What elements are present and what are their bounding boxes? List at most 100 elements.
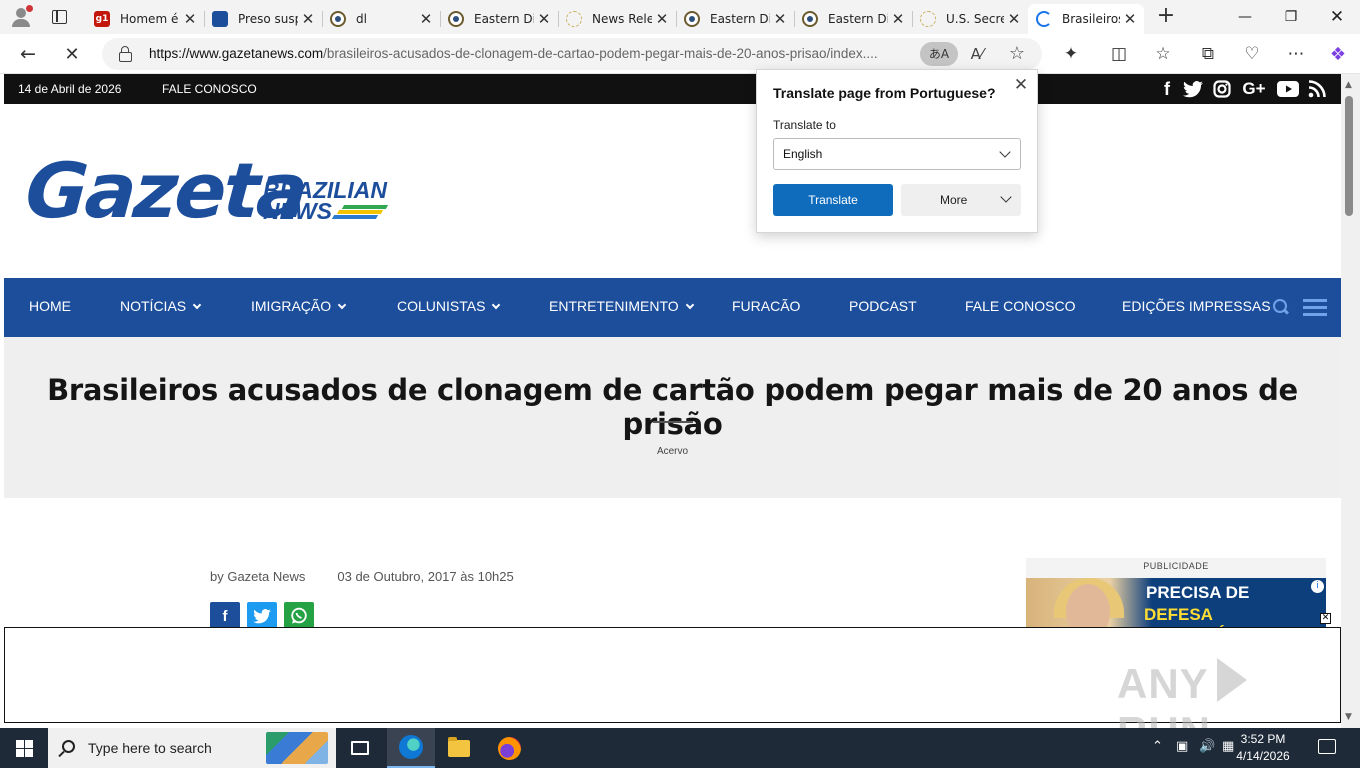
- article-meta: by Gazeta News 03 de Outubro, 2017 às 10h…: [210, 569, 514, 584]
- tab-2[interactable]: Preso susp ✕: [204, 4, 323, 34]
- seal-icon: [330, 11, 346, 27]
- rss-icon[interactable]: [1307, 79, 1327, 99]
- close-tab-icon[interactable]: ✕: [180, 10, 200, 28]
- top-contact-link[interactable]: FALE CONOSCO: [162, 82, 257, 96]
- tab-3[interactable]: dl ✕: [322, 4, 441, 34]
- url-text[interactable]: https://www.gazetanews.com/brasileiros-a…: [149, 46, 915, 61]
- more-menu-icon[interactable]: ⋯: [1284, 42, 1308, 66]
- nav-item-noticias[interactable]: NOTÍCIAS: [120, 298, 202, 314]
- tray-network-device-icon[interactable]: ▣: [1176, 739, 1188, 754]
- scroll-down-icon[interactable]: ▼: [1345, 712, 1352, 722]
- nav-item-furacao[interactable]: FURACÃO: [732, 298, 800, 314]
- close-tab-icon[interactable]: ✕: [298, 10, 318, 28]
- task-view-icon[interactable]: [336, 728, 384, 768]
- stop-loading-icon[interactable]: ✕: [60, 42, 84, 66]
- close-window-icon[interactable]: ✕: [1314, 0, 1360, 34]
- anyrun-watermark: ANYRUN: [1117, 658, 1340, 728]
- nav-item-podcast[interactable]: PODCAST: [849, 298, 917, 314]
- favorites-icon[interactable]: ☆: [1151, 42, 1175, 66]
- language-select[interactable]: English: [773, 138, 1021, 170]
- tab-1[interactable]: g1 Homem é ✕: [86, 4, 205, 34]
- instagram-icon[interactable]: [1212, 79, 1232, 99]
- tab-6[interactable]: Eastern Di ✕: [676, 4, 795, 34]
- ad-headline-line2: DEFESA IMIGRATÓRIA?: [1144, 605, 1267, 628]
- browser-essentials-icon[interactable]: ♡: [1240, 42, 1264, 66]
- split-screen-icon[interactable]: ◫: [1107, 42, 1131, 66]
- tray-chevron-up-icon[interactable]: ⌃: [1152, 739, 1163, 754]
- nav-item-fale-conosco[interactable]: FALE CONOSCO: [965, 298, 1075, 314]
- translate-button[interactable]: Translate: [773, 184, 893, 216]
- lock-icon[interactable]: [118, 46, 132, 62]
- search-icon[interactable]: [1272, 298, 1290, 316]
- address-bar[interactable]: https://www.gazetanews.com/brasileiros-a…: [102, 38, 1042, 70]
- profile-avatar-icon[interactable]: [8, 5, 34, 29]
- share-twitter-icon[interactable]: [247, 602, 277, 630]
- nav-item-colunistas[interactable]: COLUNISTAS: [397, 298, 501, 314]
- youtube-icon[interactable]: [1276, 79, 1300, 99]
- collections-icon[interactable]: ⧉: [1196, 42, 1220, 66]
- translate-popup-title: Translate page from Portuguese?: [773, 85, 996, 101]
- close-tab-icon[interactable]: ✕: [534, 10, 554, 28]
- logo-stripe-yellow: [336, 210, 384, 214]
- nav-item-home[interactable]: HOME: [29, 298, 71, 314]
- article-header: Brasileiros acusados de clonagem de cart…: [4, 337, 1341, 498]
- translate-page-icon[interactable]: あA: [920, 42, 958, 66]
- ad-info-icon[interactable]: i: [1311, 580, 1324, 593]
- chevron-down-icon: [492, 300, 501, 310]
- close-tab-icon[interactable]: ✕: [1004, 10, 1024, 28]
- favorite-star-icon[interactable]: ☆: [1006, 43, 1028, 65]
- nav-item-entretenimento[interactable]: ENTRETENIMENTO: [549, 298, 694, 314]
- close-tab-icon[interactable]: ✕: [652, 10, 672, 28]
- tab-4[interactable]: Eastern Di ✕: [440, 4, 559, 34]
- ad-close-icon[interactable]: ✕: [1320, 613, 1331, 624]
- extensions-icon[interactable]: ✦: [1059, 42, 1083, 66]
- close-tab-icon[interactable]: ✕: [1120, 10, 1140, 28]
- restore-icon[interactable]: ❐: [1268, 0, 1314, 34]
- tab-title: Preso susp: [238, 12, 298, 26]
- edge-taskbar-icon[interactable]: [387, 728, 435, 768]
- close-icon[interactable]: ✕: [1013, 76, 1029, 93]
- new-tab-icon[interactable]: +: [1154, 5, 1178, 28]
- close-tab-icon[interactable]: ✕: [770, 10, 790, 28]
- site-logo[interactable]: Gazeta BRAZILIAN NEWS: [23, 146, 396, 235]
- scrollbar-thumb[interactable]: [1345, 96, 1353, 216]
- ad-banner[interactable]: PRECISA DE DEFESA IMIGRATÓRIA? i: [1026, 578, 1326, 628]
- firefox-icon[interactable]: [485, 728, 533, 768]
- article-date: 03 de Outubro, 2017 às 10h25: [337, 569, 514, 584]
- bottom-ad-frame: ANYRUN: [4, 627, 1341, 728]
- nav-item-edicoes-impressas[interactable]: EDIÇÕES IMPRESSAS: [1122, 298, 1271, 314]
- tab-title: dl: [356, 12, 367, 26]
- notification-icon[interactable]: [1318, 739, 1336, 754]
- tab-5[interactable]: News Rele ✕: [558, 4, 677, 34]
- tab-actions-icon[interactable]: [50, 8, 68, 26]
- close-tab-icon[interactable]: ✕: [416, 10, 436, 28]
- back-icon[interactable]: ←: [16, 42, 40, 66]
- taskbar-clock[interactable]: 3:52 PM 4/14/2026: [1226, 731, 1300, 765]
- nav-item-imigracao[interactable]: IMIGRAÇÃO: [251, 298, 347, 314]
- copilot-icon[interactable]: ❖: [1326, 42, 1350, 66]
- tab-8[interactable]: U.S. Secret ✕: [912, 4, 1028, 34]
- facebook-icon[interactable]: f: [1160, 79, 1174, 99]
- google-plus-icon[interactable]: G+: [1240, 79, 1268, 99]
- minimize-icon[interactable]: —: [1222, 0, 1268, 34]
- page-scrollbar[interactable]: ▲ ▼: [1341, 74, 1360, 728]
- volume-icon[interactable]: 🔊: [1199, 739, 1215, 754]
- main-navigation: HOME NOTÍCIAS IMIGRAÇÃO COLUNISTAS ENTRE…: [4, 275, 1341, 337]
- article-category[interactable]: Acervo: [4, 446, 1341, 457]
- more-button[interactable]: More: [901, 184, 1021, 216]
- scroll-up-icon[interactable]: ▲: [1345, 80, 1352, 90]
- file-explorer-icon[interactable]: [435, 728, 483, 768]
- article-author[interactable]: by Gazeta News: [210, 569, 305, 584]
- close-tab-icon[interactable]: ✕: [888, 10, 908, 28]
- read-aloud-icon[interactable]: A⁄: [966, 43, 988, 65]
- tab-7[interactable]: Eastern Di ✕: [794, 4, 913, 34]
- menu-icon[interactable]: [1303, 299, 1327, 317]
- share-facebook-icon[interactable]: f: [210, 602, 240, 630]
- twitter-icon[interactable]: [1182, 79, 1204, 99]
- taskbar-search[interactable]: Type here to search: [48, 728, 336, 768]
- tab-active[interactable]: Brasileiros ✕: [1028, 4, 1144, 34]
- seal-icon: [448, 11, 464, 27]
- windows-taskbar: Type here to search ⌃ ▣ 🔊 ▦ 3:52 PM 4/14…: [0, 728, 1360, 768]
- windows-start-icon[interactable]: [0, 728, 48, 768]
- share-whatsapp-icon[interactable]: [284, 602, 314, 630]
